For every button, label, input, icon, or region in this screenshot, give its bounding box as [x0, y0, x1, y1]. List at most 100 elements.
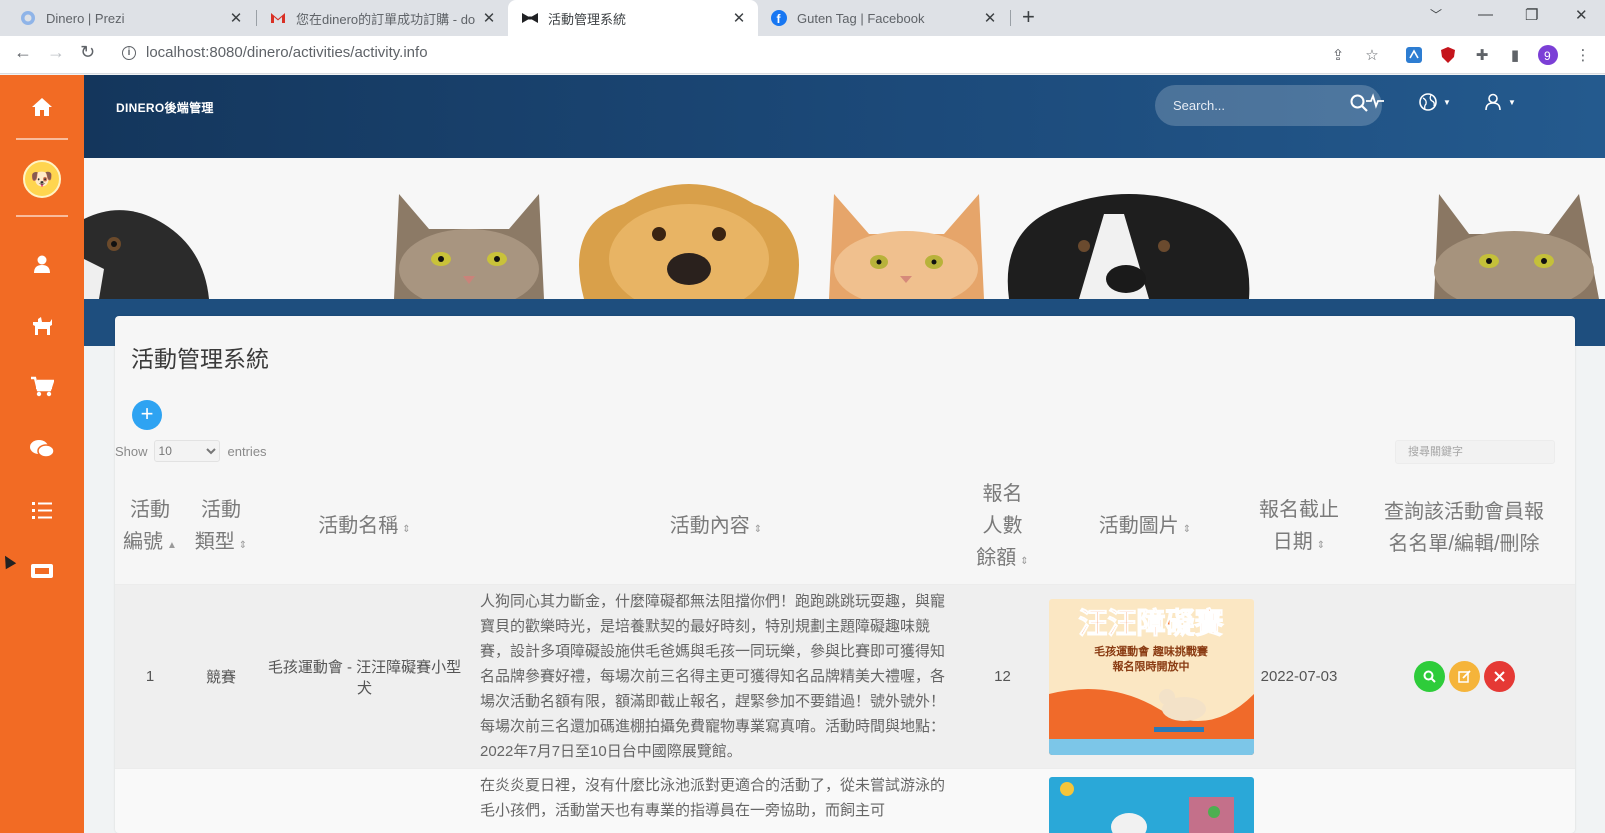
- cart-icon[interactable]: [0, 367, 84, 407]
- extension-shield-icon[interactable]: [1438, 45, 1458, 65]
- poster-subtitle: 報名限時開放中: [1113, 659, 1190, 673]
- edit-icon: [1457, 670, 1471, 683]
- action-cell: [1353, 768, 1575, 833]
- restore-icon[interactable]: ❐: [1525, 6, 1538, 24]
- close-icon[interactable]: ✕: [730, 9, 748, 27]
- tab-activity-admin[interactable]: 活動管理系統 ✕: [508, 0, 758, 36]
- search-input[interactable]: [1173, 98, 1350, 113]
- extension-translate-icon[interactable]: [1404, 45, 1424, 65]
- gmail-icon: [270, 10, 286, 26]
- chevron-down-icon: ▼: [1443, 97, 1451, 107]
- sidebar-divider: [16, 138, 68, 140]
- site-info-icon[interactable]: i: [122, 45, 136, 60]
- address-bar: ← → ↻ i localhost:8080/dinero/activities…: [0, 36, 1605, 74]
- tab-label: 您在dinero的訂單成功訂購 - do: [296, 11, 476, 27]
- list-icon[interactable]: [0, 490, 84, 530]
- activity-quota: [960, 768, 1045, 833]
- menu-dots-icon[interactable]: ⋮: [1573, 45, 1593, 65]
- entries-label: entries: [227, 443, 267, 459]
- activity-card: 活動管理系統 + Show 10 entries 活動編號▲ 活動類型⇕ 活動名…: [115, 316, 1575, 833]
- activity-quota: 12: [960, 584, 1045, 769]
- tab-separator: [256, 10, 257, 26]
- sort-asc-icon: ▲: [167, 540, 177, 551]
- view-members-button[interactable]: [1413, 661, 1445, 692]
- cat-peeking-image: [389, 174, 549, 299]
- table-search-input[interactable]: [1395, 440, 1555, 464]
- activity-image-cell: [1045, 768, 1254, 833]
- poster-subtitle: 毛孩運動會 趣味挑戰賽: [1094, 644, 1209, 658]
- chevron-down-icon[interactable]: ﹀: [1430, 6, 1442, 23]
- close-icon[interactable]: ✕: [981, 9, 999, 27]
- orange-cat-image: [824, 184, 989, 299]
- close-icon[interactable]: ✕: [227, 9, 245, 27]
- sort-icon: ⇕: [1020, 556, 1029, 567]
- window-close-icon[interactable]: ✕: [1575, 6, 1588, 24]
- tab-label: Guten Tag | Facebook: [797, 10, 925, 26]
- tab-gmail[interactable]: 您在dinero的訂單成功訂購 - do ✕: [258, 0, 508, 36]
- share-icon[interactable]: ⇪: [1328, 45, 1348, 65]
- sidebar-divider: [16, 215, 68, 217]
- add-activity-button[interactable]: +: [132, 400, 162, 430]
- forward-arrow-icon[interactable]: →: [47, 42, 65, 63]
- home-icon[interactable]: [0, 87, 84, 127]
- sort-icon: ⇕: [1316, 540, 1326, 551]
- header-activity-type[interactable]: 活動 類型 ⇕: [185, 472, 257, 585]
- edit-button[interactable]: [1448, 661, 1480, 692]
- user-icon[interactable]: [0, 244, 84, 284]
- tab-facebook[interactable]: f Guten Tag | Facebook ✕: [759, 0, 1009, 36]
- star-icon[interactable]: ☆: [1362, 45, 1382, 65]
- close-icon[interactable]: ✕: [480, 9, 498, 27]
- header-activity-id[interactable]: 活動 編號 ▲: [115, 472, 185, 585]
- url-field[interactable]: i localhost:8080/dinero/activities/activ…: [122, 44, 428, 61]
- chat-icon[interactable]: [0, 429, 84, 469]
- sidebar: 🐶: [0, 75, 84, 833]
- sort-icon: ⇕: [238, 540, 248, 551]
- header-activity-image[interactable]: 活動圖片 ⇕: [1045, 472, 1245, 585]
- activity-type: 競賽: [185, 584, 257, 769]
- back-arrow-icon[interactable]: ←: [14, 42, 32, 63]
- dog-peeking-image: [84, 179, 214, 299]
- top-header: DINERO後端管理 ▼ ▼: [84, 75, 1605, 158]
- language-globe-icon[interactable]: ▼: [1419, 93, 1451, 111]
- svg-text:9: 9: [1544, 49, 1551, 63]
- facebook-icon: f: [771, 10, 787, 26]
- tab-prezi[interactable]: Dinero | Prezi ✕: [0, 0, 255, 36]
- tab-separator: [1010, 10, 1011, 26]
- activity-name: 毛孩運動會 - 汪汪障礙賽小型犬: [257, 584, 472, 769]
- activity-content: 在炎炎夏日裡，沒有什麼比泳池派對更適合的活動了，從未嘗試游泳的毛小孩們，活動當天…: [472, 768, 960, 833]
- activity-table: 活動 編號 ▲ 活動 類型 ⇕ 活動名稱 ⇕ 活動內容 ⇕ 報名 人數 餘額 ⇕ 活動圖片 ⇕ 報名…: [115, 472, 1575, 833]
- table-header-row: 活動 編號 ▲ 活動 類型 ⇕ 活動名稱 ⇕ 活動內容 ⇕ 報名 人數 餘額 ⇕ 活動圖片 ⇕ 報名…: [115, 472, 1575, 585]
- search-box[interactable]: [1155, 85, 1382, 126]
- black-dog-image: [999, 174, 1259, 299]
- activity-pulse-icon[interactable]: [1366, 93, 1384, 109]
- activity-deadline: [1245, 768, 1353, 833]
- table-row: 1 競賽 毛孩運動會 - 汪汪障礙賽小型犬 人狗同心其力斷金，什麼障礙都無法阻擋…: [115, 584, 1575, 769]
- page-size-select[interactable]: 10: [153, 440, 220, 462]
- reload-icon[interactable]: ↻: [80, 42, 95, 63]
- avatar[interactable]: 🐶: [23, 160, 61, 198]
- header-activity-content[interactable]: 活動內容 ⇕: [472, 472, 960, 585]
- close-icon: [1493, 671, 1505, 682]
- tabby-cat-image: [1429, 179, 1605, 299]
- dog-icon[interactable]: [0, 306, 84, 346]
- chevron-down-icon: ▼: [1508, 97, 1516, 107]
- header-deadline[interactable]: 報名截止 日期 ⇕: [1245, 472, 1353, 585]
- pets-banner: [84, 158, 1605, 299]
- activity-image-cell: 汪汪障礙賽 毛孩運動會 趣味挑戰賽 報名限時開放中: [1045, 584, 1254, 769]
- activity-id: [115, 768, 185, 833]
- new-tab-icon[interactable]: +: [1022, 4, 1035, 30]
- delete-button[interactable]: [1483, 661, 1515, 692]
- profile-avatar-icon[interactable]: 9: [1538, 45, 1558, 65]
- header-quota[interactable]: 報名 人數 餘額 ⇕: [960, 472, 1045, 585]
- activity-content: 人狗同心其力斷金，什麼障礙都無法阻擋你們！跑跑跳跳玩耍趣，與寵寶貝的歡樂時光，是…: [472, 584, 960, 769]
- show-label: Show: [115, 443, 148, 459]
- sidepanel-icon[interactable]: ▮: [1505, 45, 1525, 65]
- puzzle-icon[interactable]: ✚: [1472, 45, 1492, 65]
- header-activity-name[interactable]: 活動名稱 ⇕: [257, 472, 472, 585]
- user-menu-icon[interactable]: ▼: [1484, 93, 1516, 111]
- minimize-icon[interactable]: —: [1478, 6, 1493, 23]
- activity-poster-image: 汪汪障礙賽 毛孩運動會 趣味挑戰賽 報名限時開放中: [1049, 598, 1254, 755]
- activity-type: [185, 768, 257, 833]
- sort-icon: ⇕: [1182, 524, 1192, 535]
- table-row: 在炎炎夏日裡，沒有什麼比泳池派對更適合的活動了，從未嘗試游泳的毛小孩們，活動當天…: [115, 768, 1575, 833]
